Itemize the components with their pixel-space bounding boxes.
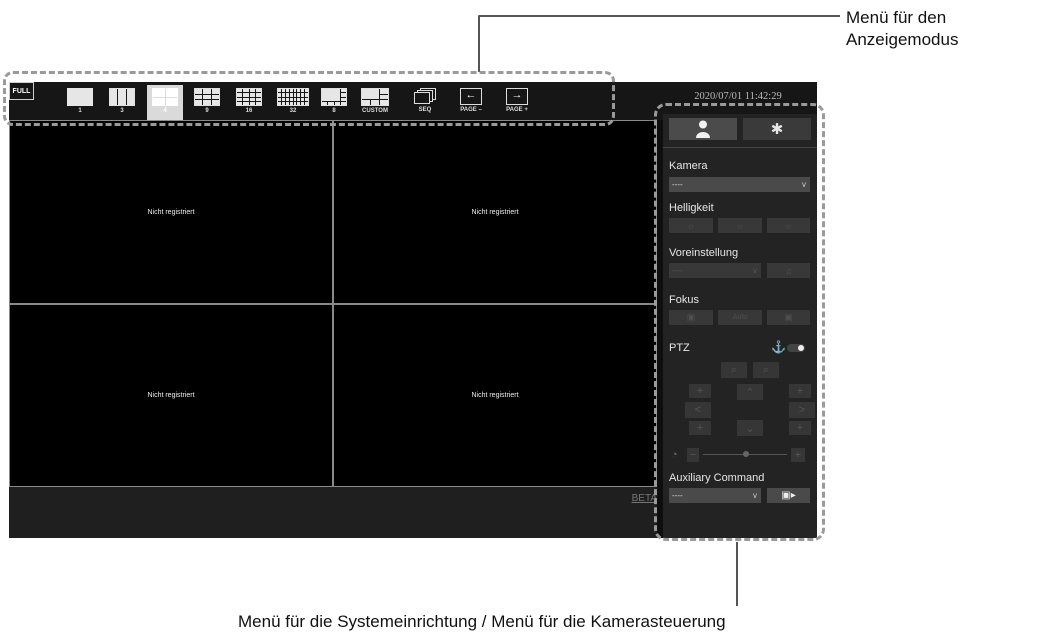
callout-top-line1: Menü für den [846, 8, 947, 27]
leader-line-top-vertical [478, 16, 480, 72]
video-tile[interactable]: Nicht registriert [333, 120, 657, 304]
callout-top-line2: Anzeigemodus [846, 30, 959, 49]
video-tile[interactable]: Nicht registriert [9, 120, 333, 304]
video-grid: Nicht registriert Nicht registriert Nich… [9, 120, 657, 487]
leader-line-bottom-vertical [736, 542, 738, 606]
video-tile[interactable]: Nicht registriert [333, 304, 657, 487]
leader-line-top-horizontal [488, 15, 840, 17]
datetime-display: 2020/07/01 11:42:29 [694, 91, 782, 102]
system-camera-menu-callout: Menü für die Systemeinrichtung / Menü fü… [238, 612, 726, 631]
video-tile[interactable]: Nicht registriert [9, 304, 333, 487]
display-mode-highlight [3, 71, 615, 126]
display-mode-menu-callout: Menü für den Anzeigemodus [846, 7, 958, 51]
control-panel-highlight [654, 103, 825, 541]
bottom-bar: BETA [9, 487, 657, 538]
